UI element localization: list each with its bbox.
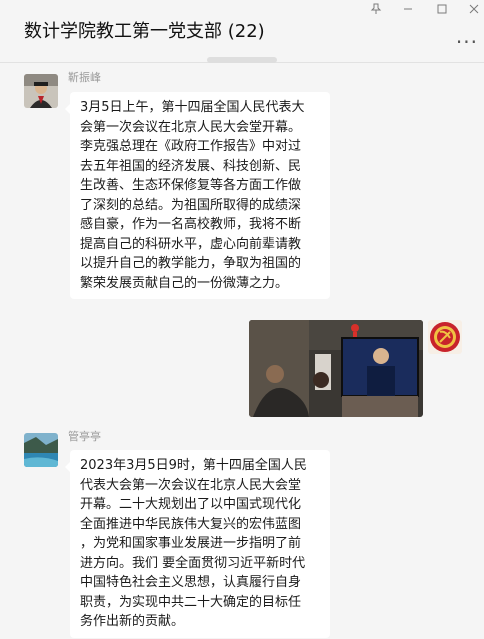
avatar-landscape-photo[interactable]	[24, 433, 58, 467]
message-bubble[interactable]: 2023年3月5日9时，第十四届全国人民 代表大会第一次会议在北京人民大会堂 开…	[65, 450, 330, 638]
title-bar: 数计学院教工第一党支部 (22) ···	[0, 0, 484, 63]
history-pull-tab[interactable]	[207, 57, 277, 63]
pin-icon[interactable]	[370, 3, 382, 18]
maximize-icon[interactable]	[436, 3, 448, 18]
avatar-person-photo[interactable]	[24, 74, 58, 108]
chat-title: 数计学院教工第一党支部 (22)	[24, 21, 265, 42]
close-icon[interactable]	[468, 3, 480, 18]
sender-name: 靳振峰	[68, 71, 101, 84]
minimize-icon[interactable]	[402, 3, 414, 18]
message-bubble[interactable]: 3月5日上午，第十四届全国人民代表大 会第一次会议在北京人民大会堂开幕。 李克强…	[65, 92, 330, 299]
party-emblem-avatar[interactable]	[428, 320, 462, 354]
more-icon[interactable]: ···	[456, 30, 478, 54]
sender-name: 管亭亭	[68, 430, 101, 443]
photo-watching-tv[interactable]	[249, 320, 423, 417]
